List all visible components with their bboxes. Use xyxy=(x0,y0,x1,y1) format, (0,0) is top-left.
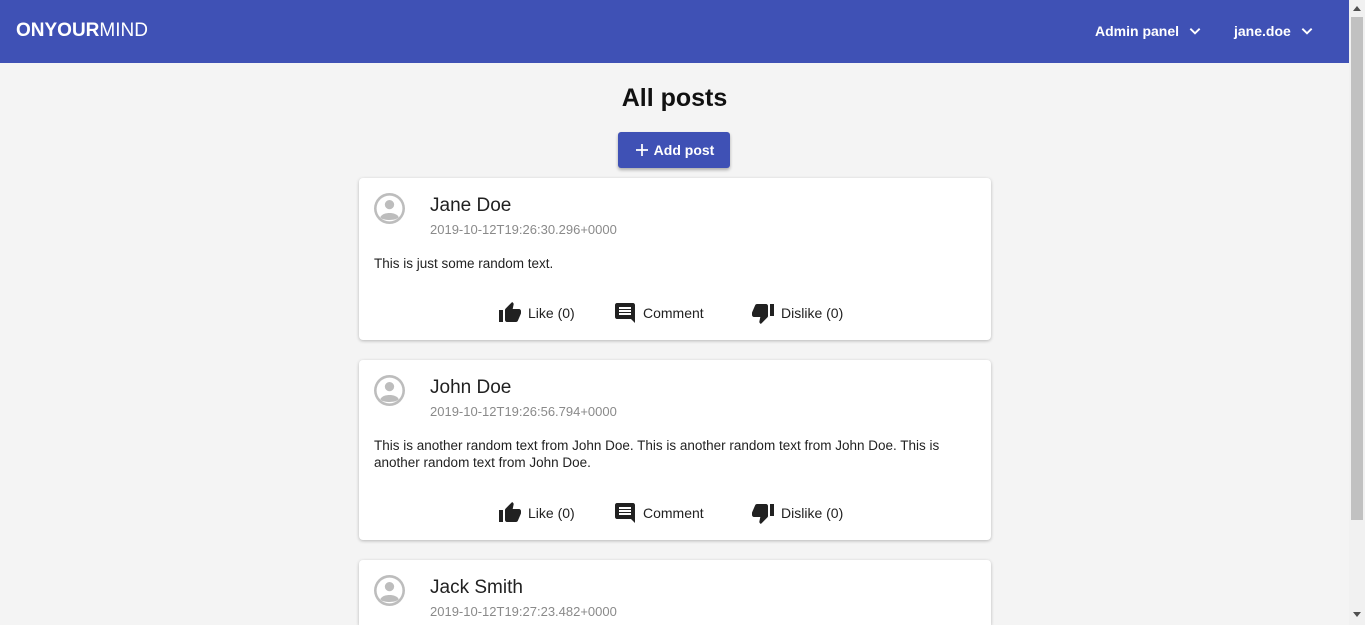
post-timestamp: 2019-10-12T19:26:30.296+0000 xyxy=(430,222,617,237)
dislike-button[interactable]: Dislike (0) xyxy=(751,501,843,525)
brand-part-1: ON xyxy=(16,20,45,41)
post-author[interactable]: John Doe xyxy=(430,377,511,399)
dislike-label: Dislike (0) xyxy=(781,505,844,521)
thumb-down-icon xyxy=(752,304,774,324)
like-label: Like (0) xyxy=(528,505,575,521)
add-post-button[interactable]: Add post xyxy=(618,132,730,168)
dislike-label: Dislike (0) xyxy=(781,305,844,321)
scrollbar[interactable] xyxy=(1349,0,1365,625)
comment-button[interactable]: Comment xyxy=(613,501,704,525)
scroll-down-arrow[interactable] xyxy=(1353,612,1361,617)
dislike-button[interactable]: Dislike (0) xyxy=(751,301,843,325)
scrollbar-thumb[interactable] xyxy=(1351,17,1363,520)
add-post-label: Add post xyxy=(653,142,715,158)
user-menu-label: jane.doe xyxy=(1234,23,1291,39)
thumb-up-icon xyxy=(499,502,521,522)
post-text: This is just some random text. xyxy=(374,256,554,271)
post-timestamp: 2019-10-12T19:27:23.482+0000 xyxy=(430,604,617,619)
like-label: Like (0) xyxy=(528,305,575,321)
user-menu[interactable]: jane.doe xyxy=(1234,18,1314,44)
thumb-up-icon xyxy=(499,302,521,322)
comment-label: Comment xyxy=(643,305,704,321)
comment-icon xyxy=(615,503,635,523)
plus-icon xyxy=(635,144,648,156)
post-card: Jack Smith 2019-10-12T19:27:23.482+0000 xyxy=(359,560,991,625)
admin-panel-label: Admin panel xyxy=(1095,23,1180,39)
chevron-down-icon xyxy=(1189,28,1201,35)
post-card: John Doe 2019-10-12T19:26:56.794+0000 Th… xyxy=(359,360,991,540)
comment-icon xyxy=(615,303,635,323)
post-timestamp: 2019-10-12T19:26:56.794+0000 xyxy=(430,404,617,419)
post-card: Jane Doe 2019-10-12T19:26:30.296+0000 Th… xyxy=(359,178,991,340)
avatar-icon xyxy=(374,193,405,224)
brand-logo[interactable]: ONYOURMIND xyxy=(16,20,148,42)
brand-part-3: MIND xyxy=(99,20,148,41)
comment-button[interactable]: Comment xyxy=(613,301,704,325)
scroll-up-arrow[interactable] xyxy=(1353,6,1361,11)
comment-label: Comment xyxy=(643,505,704,521)
avatar-icon xyxy=(374,375,405,406)
post-text: This is another random text from John Do… xyxy=(374,438,940,470)
page-title: All posts xyxy=(621,84,728,112)
thumb-down-icon xyxy=(752,504,774,524)
admin-panel-menu[interactable]: Admin panel xyxy=(1095,18,1202,44)
post-author[interactable]: Jane Doe xyxy=(430,195,511,217)
app-bar: ONYOURMIND Admin panel jane.doe xyxy=(0,0,1349,63)
like-button[interactable]: Like (0) xyxy=(498,301,575,325)
chevron-down-icon xyxy=(1301,28,1313,35)
like-button[interactable]: Like (0) xyxy=(498,501,575,525)
brand-part-2: YOUR xyxy=(44,20,100,41)
post-author[interactable]: Jack Smith xyxy=(430,577,523,599)
avatar-icon xyxy=(374,575,405,606)
